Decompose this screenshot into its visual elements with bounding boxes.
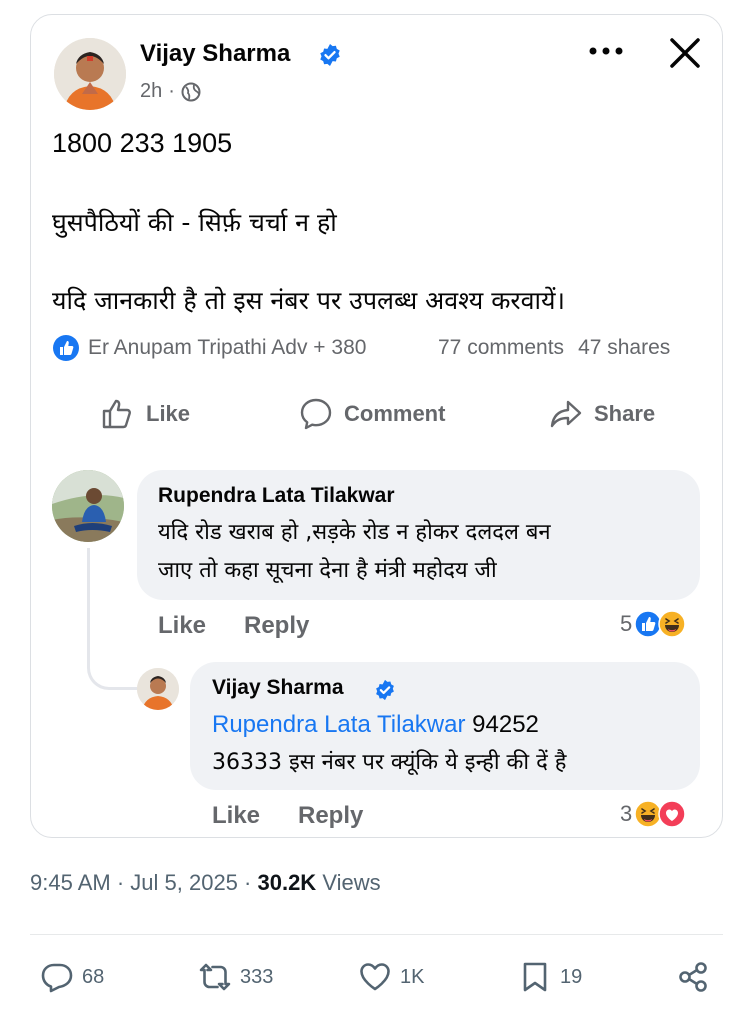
comment-reactions[interactable]: 5: [620, 610, 686, 638]
close-icon[interactable]: [664, 32, 706, 74]
post-text-line-3: यदि जानकारी है तो इस नंबर पर उपलब्ध अवश्…: [52, 286, 565, 315]
like-button[interactable]: Like: [100, 396, 190, 432]
reply-thread-line: [87, 548, 137, 690]
engagement-counts: 77 comments 47 shares: [438, 336, 670, 360]
bookmark-icon: [523, 962, 547, 992]
views-label: Views: [322, 870, 381, 895]
more-dots-icon: [589, 47, 623, 55]
more-options-button[interactable]: [586, 36, 626, 66]
globe-icon: [181, 82, 201, 101]
reply-text-line-1: Rupendra Lata Tilakwar 94252: [212, 706, 539, 745]
share-arrow-icon: [550, 400, 582, 428]
tweet-date[interactable]: Jul 5, 2025: [130, 870, 238, 895]
share-label: Share: [594, 401, 656, 426]
comment-text-line-2: जाए तो कहा सूचना देना है मंत्री महोदय जी: [158, 558, 497, 583]
retweet-action-button[interactable]: 333: [198, 960, 273, 994]
reply-like-button[interactable]: Like: [212, 802, 260, 830]
verified-badge-icon: [376, 679, 394, 701]
reply-reactions[interactable]: 3: [620, 800, 686, 828]
share-button[interactable]: Share: [548, 396, 655, 432]
post-meta: 2h ·: [140, 80, 201, 103]
reply-text-line-2: 36333 इस नंबर पर क्यूंकि ये इन्ही की दें…: [212, 750, 567, 775]
like-reaction-icon: [53, 335, 79, 361]
comment-reaction-count: 5: [620, 611, 633, 636]
post-text-line-2: घुसपैठियों की - सिर्फ़ चर्चा न हो: [52, 208, 337, 237]
retweet-count: 333: [240, 965, 274, 988]
like-action-button[interactable]: 1K: [358, 960, 424, 994]
comment-button[interactable]: Comment: [298, 396, 445, 432]
views-count: 30.2K: [257, 870, 317, 895]
bookmark-count: 19: [560, 965, 583, 988]
reply-author-avatar[interactable]: [137, 668, 179, 710]
commenter-name[interactable]: Rupendra Lata Tilakwar: [158, 484, 395, 508]
tweet-timestamp: 9:45 AM · Jul 5, 2025 · 30.2K Views: [30, 870, 381, 895]
reactors-text: Er Anupam Tripathi Adv + 380: [88, 336, 367, 359]
reply-reaction-count: 3: [620, 801, 633, 826]
shares-count[interactable]: 47 shares: [578, 336, 670, 359]
reaction-summary[interactable]: Er Anupam Tripathi Adv + 380: [52, 334, 366, 362]
heart-icon: [360, 963, 390, 991]
reply-author-name[interactable]: Vijay Sharma: [212, 676, 344, 700]
share-nodes-icon: [679, 962, 707, 992]
tweet-time[interactable]: 9:45 AM: [30, 870, 111, 895]
love-reaction-icon: [658, 800, 686, 828]
commenter-avatar[interactable]: [52, 470, 124, 542]
mention-link[interactable]: Rupendra Lata Tilakwar: [212, 711, 465, 738]
comment-text-line-1: यदि रोड खराब हो ,सड़के रोड न होकर दलदल ब…: [158, 520, 551, 545]
reply-text-number: 94252: [465, 711, 539, 738]
comments-count[interactable]: 77 comments: [438, 336, 564, 359]
share-action-button[interactable]: [676, 960, 710, 994]
reply-reply-button[interactable]: Reply: [298, 802, 363, 830]
verified-badge-icon: [320, 44, 340, 66]
reply-action-button[interactable]: 68: [40, 960, 104, 994]
reply-count: 68: [82, 965, 105, 988]
bookmark-action-button[interactable]: 19: [518, 960, 582, 994]
like-label: Like: [146, 401, 191, 426]
divider: [30, 934, 723, 935]
post-time[interactable]: 2h: [140, 80, 162, 103]
haha-reaction-icon: [658, 610, 686, 638]
meta-separator: ·: [168, 80, 175, 102]
comment-reply-button[interactable]: Reply: [244, 612, 309, 640]
comment-icon: [300, 398, 332, 430]
author-name[interactable]: Vijay Sharma: [140, 40, 290, 68]
retweet-icon: [199, 963, 231, 991]
author-avatar[interactable]: [54, 38, 126, 110]
like-count: 1K: [400, 965, 425, 988]
comment-label: Comment: [344, 401, 446, 426]
post-text-line-1: 1800 233 1905: [52, 128, 233, 158]
thumbs-up-icon: [102, 399, 131, 429]
reply-bubble-icon: [41, 963, 73, 993]
comment-like-button[interactable]: Like: [158, 612, 206, 640]
